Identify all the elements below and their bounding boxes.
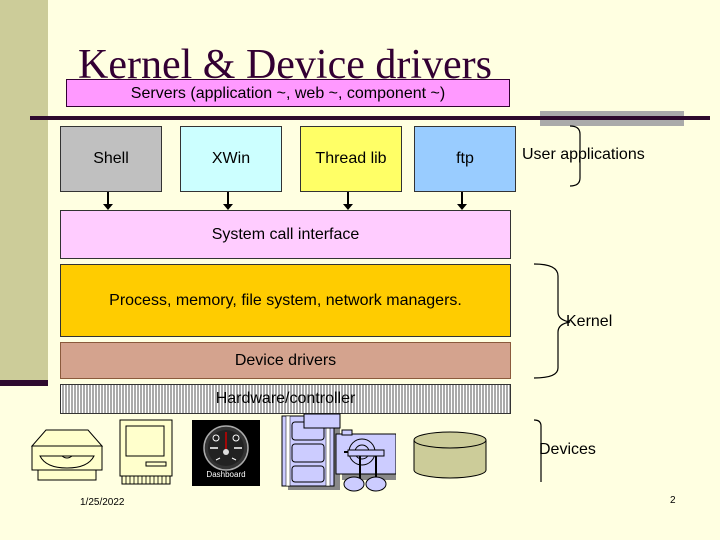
sidebar-accent <box>0 380 48 386</box>
app-label: ftp <box>456 150 474 167</box>
arrow-down-icon <box>457 192 467 210</box>
disk-drive-icon <box>30 429 104 481</box>
device-drivers-label: Device drivers <box>234 351 337 369</box>
kernel-managers-label: Process, memory, file system, network ma… <box>109 291 462 309</box>
syscall-label: System call interface <box>211 225 360 243</box>
page-number: 2 <box>670 495 676 506</box>
app-box-thread-lib: Thread lib <box>300 126 402 192</box>
hardware-layer: Hardware/controller <box>60 384 511 414</box>
dashboard-icon: Dashboard <box>192 420 260 486</box>
app-label: Shell <box>93 150 129 167</box>
arrow-down-icon <box>103 192 113 210</box>
kernel-label: Kernel <box>566 313 613 330</box>
title-rule <box>30 116 710 120</box>
syscall-layer: System call interface <box>60 210 511 259</box>
app-box-ftp: ftp <box>414 126 516 192</box>
arrow-down-icon <box>343 192 353 210</box>
devices-label: Devices <box>539 441 596 458</box>
hardware-label: Hardware/controller <box>215 390 356 407</box>
app-label: Thread lib <box>315 150 387 167</box>
footer-date: 1/25/2022 <box>80 497 125 508</box>
device-drivers-layer: Device drivers <box>60 342 511 379</box>
database-icon <box>413 431 487 479</box>
app-label: XWin <box>211 150 251 167</box>
servers-box: Servers (application ~, web ~, component… <box>66 79 510 107</box>
dashboard-caption: Dashboard <box>206 470 246 479</box>
user-apps-label: User applications <box>522 146 645 163</box>
app-box-xwin: XWin <box>180 126 282 192</box>
kernel-managers-layer: Process, memory, file system, network ma… <box>60 264 511 337</box>
multimedia-icon <box>281 413 396 492</box>
computer-icon <box>119 419 173 485</box>
arrow-down-icon <box>223 192 233 210</box>
app-box-shell: Shell <box>60 126 162 192</box>
sidebar-band <box>0 0 48 380</box>
